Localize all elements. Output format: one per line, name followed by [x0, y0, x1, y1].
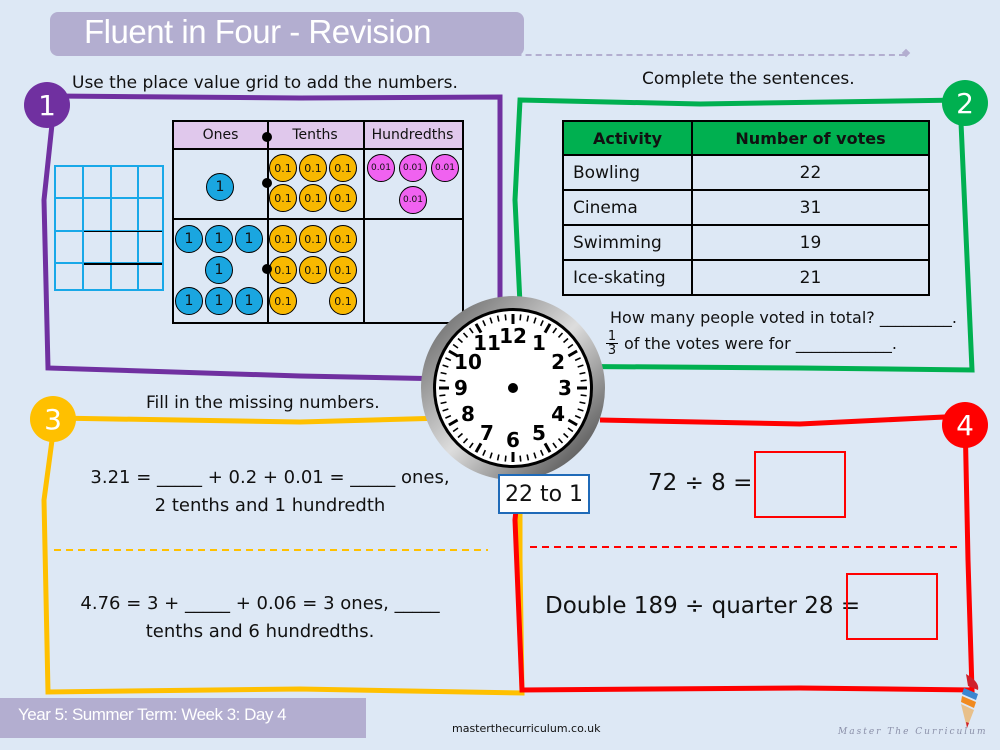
table-row: Swimming 19: [562, 224, 930, 261]
hundredths-counter: 0.01: [367, 154, 395, 182]
tenths-counter: 0.1: [329, 225, 357, 253]
page-title: Fluent in Four - Revision: [84, 13, 431, 50]
table-row: Cinema 31: [562, 189, 930, 226]
ones-counter: 1: [235, 225, 263, 253]
clock-number: 1: [532, 331, 546, 355]
clock-center: [508, 383, 518, 393]
ones-counter: 1: [205, 287, 233, 315]
q2-question-fraction: 13 of the votes were for ____________.: [606, 329, 897, 358]
clock-number: 3: [558, 376, 572, 400]
website-link[interactable]: masterthecurriculum.co.uk: [452, 722, 600, 735]
clock-number: 9: [454, 376, 468, 400]
tenths-counter: 0.1: [269, 287, 297, 315]
tenths-counter: 0.1: [269, 184, 297, 212]
tenths-counter: 0.1: [299, 154, 327, 182]
q4-equation-2: Double 189 ÷ quarter 28 =: [545, 593, 861, 619]
hundred-square-grid: [54, 165, 164, 291]
tenths-counter: 0.1: [299, 225, 327, 253]
pv-header-tenths: Tenths: [267, 122, 363, 150]
q1-badge: 1: [24, 82, 70, 128]
q2-instruction: Complete the sentences.: [642, 69, 855, 89]
clock-number: 6: [506, 428, 520, 452]
hundredths-counter: 0.01: [431, 154, 459, 182]
votes-table: Activity Number of votes Bowling 22 Cinem…: [562, 120, 930, 296]
votes-header-activity: Activity: [562, 120, 693, 156]
q4-badge: 4: [942, 402, 988, 448]
q2-question-total: How many people voted in total? ________…: [610, 308, 957, 327]
q3-equation-2: 4.76 = 3 + _____ + 0.06 = 3 ones, _____ …: [80, 593, 440, 642]
hundredths-counter: 0.01: [399, 186, 427, 214]
clock-number: 7: [480, 421, 494, 445]
clock-number: 4: [551, 402, 565, 426]
clock-tick: [504, 455, 507, 462]
ones-counter: 1: [205, 225, 233, 253]
pencil-logo-icon: [961, 674, 979, 728]
ones-counter: 1: [175, 287, 203, 315]
ones-counter: 1: [175, 225, 203, 253]
clock-number: 12: [499, 324, 527, 348]
q4-answer-box-1[interactable]: [754, 451, 846, 518]
votes-header-count: Number of votes: [691, 120, 930, 156]
clock-tick: [580, 394, 587, 397]
tenths-counter: 0.1: [269, 154, 297, 182]
ones-counter: 1: [205, 256, 233, 284]
time-label: 22 to 1: [498, 474, 590, 514]
q3-instruction: Fill in the missing numbers.: [146, 393, 380, 413]
table-row: Ice-skating 21: [562, 259, 930, 296]
clock-tick: [519, 455, 522, 462]
ones-counter: 1: [206, 173, 234, 201]
clock-tick: [580, 379, 587, 382]
table-row: Bowling 22: [562, 154, 930, 191]
tenths-counter: 0.1: [269, 256, 297, 284]
tenths-counter: 0.1: [299, 184, 327, 212]
q3-badge: 3: [30, 396, 76, 442]
tenths-counter: 0.1: [299, 256, 327, 284]
clock-number: 2: [551, 350, 565, 374]
clock-tick: [519, 314, 522, 321]
q4-equation-1: 72 ÷ 8 =: [648, 470, 753, 496]
lesson-label: Year 5: Summer Term: Week 3: Day 4: [18, 705, 287, 724]
ones-counter: 1: [235, 287, 263, 315]
q1-instruction: Use the place value grid to add the numb…: [72, 73, 458, 93]
clock-tick: [439, 379, 446, 382]
clock-tick: [504, 314, 507, 321]
decimal-point: [262, 264, 272, 274]
tenths-counter: 0.1: [329, 154, 357, 182]
tenths-counter: 0.1: [329, 287, 357, 315]
q4-answer-box-2[interactable]: [846, 573, 938, 640]
tenths-counter: 0.1: [269, 225, 297, 253]
clock-tick: [439, 394, 446, 397]
clock-number: 8: [461, 402, 475, 426]
tenths-counter: 0.1: [329, 184, 357, 212]
q3-equation-1: 3.21 = _____ + 0.2 + 0.01 = _____ ones, …: [90, 467, 450, 516]
decimal-point: [262, 178, 272, 188]
clock-number: 5: [532, 421, 546, 445]
title-divider: [465, 54, 905, 56]
tenths-counter: 0.1: [329, 256, 357, 284]
clock-face: 12 1234567891011: [421, 296, 605, 480]
clock-number: 11: [473, 331, 501, 355]
hundredths-counter: 0.01: [399, 154, 427, 182]
pv-header-ones: Ones: [174, 122, 267, 150]
pv-header-hundredths: Hundredths: [363, 122, 462, 150]
q2-badge: 2: [942, 80, 988, 126]
decimal-point: [262, 132, 272, 142]
place-value-grid: Ones Tenths Hundredths 1 0.1 0.1 0.1 0.1 0.1 0…: [172, 120, 464, 324]
